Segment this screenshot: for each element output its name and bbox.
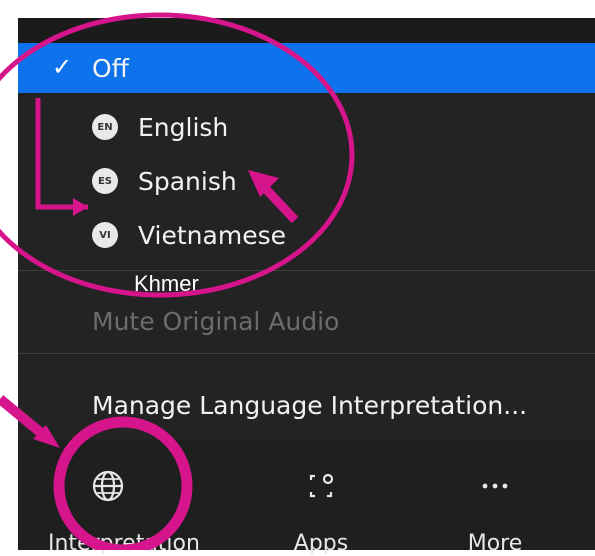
interpretation-button[interactable]: Interpretation [48,440,200,556]
language-badge-icon: EN [92,114,118,140]
interpretation-menu: ✓ Off EN English ES Spanish VI Vietnames… [18,18,595,440]
meeting-toolbar: Interpretation Apps More [18,440,595,556]
menu-item-spanish[interactable]: ES Spanish [18,156,595,206]
menu-item-label: Off [92,53,129,83]
apps-button[interactable]: Apps [261,440,381,556]
language-label: Spanish [138,166,237,196]
menu-item-vietnamese[interactable]: VI Vietnamese [18,210,595,260]
menu-divider [18,270,595,271]
menu-item-mute-original-audio: Mute Original Audio [18,296,595,346]
added-language-annotation: Khmer [134,271,199,296]
more-button[interactable]: More [435,440,555,556]
more-label: More [467,531,523,556]
menu-item-off[interactable]: ✓ Off [18,43,595,93]
language-label: English [138,112,229,142]
language-badge-icon: ES [92,168,118,194]
interpretation-label: Interpretation [48,531,200,556]
globe-icon [92,470,124,502]
language-label: Vietnamese [138,220,286,250]
checkmark-icon: ✓ [52,53,73,81]
menu-item-manage-interpretation[interactable]: Manage Language Interpretation... [18,380,595,430]
language-badge-icon: VI [92,222,118,248]
menu-item-english[interactable]: EN English [18,102,595,152]
manage-interpretation-label: Manage Language Interpretation... [92,390,528,420]
apps-icon [309,473,334,498]
menu-divider [18,353,595,354]
menu-top-edge [18,18,595,43]
mute-original-audio-label: Mute Original Audio [92,306,340,336]
more-icon [482,483,508,489]
apps-label: Apps [293,531,349,556]
